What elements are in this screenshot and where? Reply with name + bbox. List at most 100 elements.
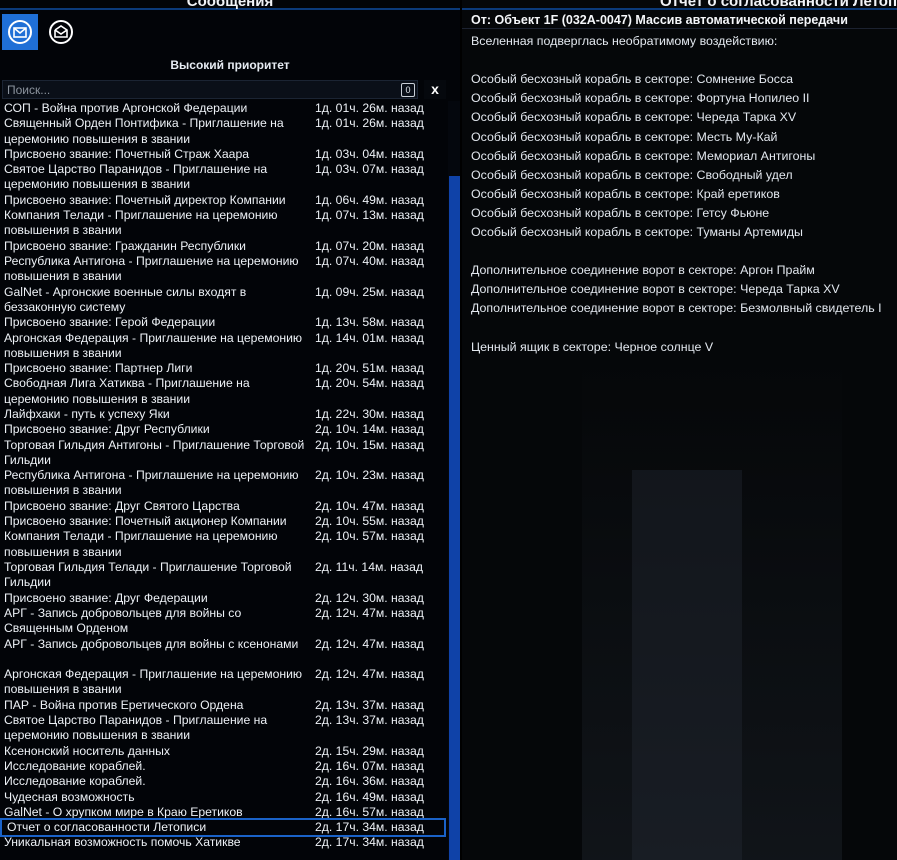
message-title: Отчет о согласованности Летописи xyxy=(7,820,207,835)
message-list-item[interactable]: Священный Орден Понтифика - Приглашение … xyxy=(0,116,446,147)
message-title: Присвоено звание: Почетный Страж Хаара xyxy=(4,146,249,161)
message-body-line: Особый бесхозный корабль в секторе: Своб… xyxy=(471,167,793,182)
message-list-item[interactable]: Чудесная возможность 2д. 16ч. 49м. назад xyxy=(0,790,446,805)
message-sender: От: Объект 1F (032A-0047) Массив автомат… xyxy=(471,13,848,27)
message-body-line: Особый бесхозный корабль в секторе: Чере… xyxy=(471,110,797,125)
message-time: 1д. 09ч. 25м. назад xyxy=(315,284,424,299)
search-box[interactable]: 0 xyxy=(2,80,418,99)
read-messages-tab[interactable] xyxy=(43,14,79,50)
message-time: 1д. 20ч. 54м. назад xyxy=(315,376,424,391)
message-list-item[interactable]: Присвоено звание: Почетный акционер Комп… xyxy=(0,514,446,529)
message-list-item[interactable]: Отчет о согласованности Летописи 2д. 17ч.… xyxy=(0,818,446,838)
message-time: 1д. 03ч. 04м. назад xyxy=(315,146,424,161)
message-list-item[interactable]: Компания Телади - Приглашение на церемон… xyxy=(0,208,446,239)
message-list-item[interactable]: Торговая Гильдия Телади - Приглашение То… xyxy=(0,560,446,591)
message-list-item[interactable]: Присвоено звание: Друг Республики 2д. 10ч… xyxy=(0,422,446,437)
message-list-item[interactable]: Аргонская Федерация - Приглашение на цер… xyxy=(0,331,446,362)
message-time: 2д. 12ч. 47м. назад xyxy=(315,636,424,651)
message-title: Компания Телади - Приглашение на церемон… xyxy=(4,529,278,559)
message-list-item[interactable]: Уникальная возможность помочь Хатикве 2д.… xyxy=(0,835,446,850)
message-list-item[interactable]: Присвоено звание: Герой Федерации 1д. 13ч… xyxy=(0,315,446,330)
message-list-item[interactable]: СОП - Война против Аргонской Федерации 1д… xyxy=(0,101,446,116)
message-title: Уникальная возможность помочь Хатикве xyxy=(4,835,241,850)
message-time: 2д. 17ч. 34м. назад xyxy=(315,835,424,850)
message-time: 2д. 15ч. 29м. назад xyxy=(315,743,424,758)
divider xyxy=(462,28,897,29)
inbox-tab[interactable] xyxy=(2,14,38,50)
message-time: 2д. 10ч. 57м. назад xyxy=(315,529,424,544)
message-list-item[interactable]: GalNet - О хрупком мире в Краю Еретиков 2… xyxy=(0,805,446,820)
message-time: 1д. 07ч. 40м. назад xyxy=(315,254,424,268)
message-list-item[interactable]: Республика Антигона - Приглашение на цер… xyxy=(0,254,446,285)
message-title: Исследование кораблей. xyxy=(4,774,146,789)
message-title: Присвоено звание: Гражданин Республики xyxy=(4,238,246,253)
message-body-line: Особый бесхозный корабль в секторе: Мест… xyxy=(471,129,778,144)
message-time: 2д. 16ч. 36м. назад xyxy=(315,774,424,789)
priority-label: Высокий приоритет xyxy=(170,58,290,72)
message-list-item[interactable]: Присвоено звание: Почетный директор Комп… xyxy=(0,193,446,208)
message-time: 2д. 17ч. 34м. назад xyxy=(315,820,424,835)
message-title: GalNet - О хрупком мире в Краю Еретиков xyxy=(4,804,243,819)
message-list-item[interactable]: Присвоено звание: Почетный Страж Хаара 1д… xyxy=(0,147,446,162)
inbox-mail-icon xyxy=(8,20,32,44)
message-list-item[interactable]: Святое Царство Паранидов - Приглашение н… xyxy=(0,713,446,744)
search-input[interactable] xyxy=(7,82,387,97)
clear-search-button[interactable]: x xyxy=(424,80,446,99)
message-time: 2д. 10ч. 14м. назад xyxy=(315,422,424,437)
message-list-item[interactable]: АРГ - Запись добровольцев для войны со С… xyxy=(0,606,446,637)
message-list-item[interactable]: Присвоено звание: Друг Федерации 2д. 12ч.… xyxy=(0,591,446,606)
message-title: Республика Антигона - Приглашение на цер… xyxy=(4,468,299,498)
message-time: 2д. 13ч. 37м. назад xyxy=(315,713,424,727)
message-list-item[interactable]: Исследование кораблей. 2д. 16ч. 07м. наза… xyxy=(0,759,446,774)
message-time: 2д. 16ч. 07м. назад xyxy=(315,758,424,773)
message-time: 1д. 07ч. 20м. назад xyxy=(315,238,424,253)
message-detail-panel: Отчет о согласованности Летописи От: Объ… xyxy=(462,0,897,860)
message-body-line: Особый бесхозный корабль в секторе: Форт… xyxy=(471,91,810,106)
message-list-item[interactable]: Свободная Лига Хатиква - Приглашение на … xyxy=(0,376,446,407)
message-time: 1д. 03ч. 07м. назад xyxy=(315,162,424,177)
message-list-item[interactable]: Республика Антигона - Приглашение на цер… xyxy=(0,468,446,499)
message-list-item[interactable]: Компания Телади - Приглашение на церемон… xyxy=(0,529,446,560)
message-time: 2д. 10ч. 47м. назад xyxy=(315,498,424,513)
message-title: Аргонская Федерация - Приглашение на цер… xyxy=(4,667,303,697)
message-list-item[interactable]: Лайфхаки - путь к успеху Яки 1д. 22ч. 30м… xyxy=(0,407,446,422)
message-list-item[interactable]: GalNet - Аргонские военные силы входят в… xyxy=(0,285,446,316)
message-time: 1д. 14ч. 01м. назад xyxy=(315,330,424,345)
message-list-item[interactable]: ПАР - Война против Еретического Ордена 2д… xyxy=(0,698,446,713)
message-title: Компания Телади - Приглашение на церемон… xyxy=(4,208,278,238)
message-list-item[interactable]: АРГ - Запись добровольцев для войны с кс… xyxy=(0,637,446,668)
message-title: Торговая Гильдия Антигоны - Приглашение … xyxy=(4,437,305,467)
message-time: 2д. 12ч. 47м. назад xyxy=(315,667,424,682)
message-list-item[interactable]: Присвоено звание: Гражданин Республики 1д… xyxy=(0,239,446,254)
message-time: 1д. 13ч. 58м. назад xyxy=(315,315,424,330)
message-title: Присвоено звание: Почетный директор Комп… xyxy=(4,192,286,207)
message-body-line: Особый бесхозный корабль в секторе: Тума… xyxy=(471,225,803,239)
message-list-item[interactable]: Ксенонский носитель данных 2д. 15ч. 29м. … xyxy=(0,744,446,759)
search-result-count: 0 xyxy=(401,83,415,97)
message-title: Священный Орден Понтифика - Приглашение … xyxy=(4,116,284,146)
message-list-item[interactable]: Исследование кораблей. 2д. 16ч. 36м. наза… xyxy=(0,774,446,789)
message-time: 2д. 16ч. 49м. назад xyxy=(315,789,424,804)
message-body-line: Дополнительное соединение ворот в сектор… xyxy=(471,263,815,278)
message-time: 1д. 06ч. 49м. назад xyxy=(315,192,424,207)
message-list-item[interactable]: Аргонская Федерация - Приглашение на цер… xyxy=(0,667,446,698)
message-title: Присвоено звание: Друг Святого Царства xyxy=(4,498,240,513)
message-detail-title: Отчет о согласованности Летописи xyxy=(660,0,897,10)
message-list-item[interactable]: Присвоено звание: Друг Святого Царства 2д… xyxy=(0,499,446,514)
open-envelope-icon xyxy=(49,20,73,44)
message-time: 2д. 13ч. 37м. назад xyxy=(315,697,424,712)
message-body-line: Особый бесхозный корабль в секторе: Сомн… xyxy=(471,72,794,87)
message-list-item[interactable]: Торговая Гильдия Антигоны - Приглашение … xyxy=(0,438,446,469)
message-time: 1д. 01ч. 26м. назад xyxy=(315,101,424,115)
message-body-line: Особый бесхозный корабль в секторе: Мемо… xyxy=(471,148,816,163)
message-time: 2д. 12ч. 30м. назад xyxy=(315,590,424,605)
message-list-item[interactable]: Святое Царство Паранидов - Приглашение н… xyxy=(0,162,446,193)
message-title: Присвоено звание: Партнер Лиги xyxy=(4,361,193,376)
scrollbar-thumb[interactable] xyxy=(449,176,460,860)
message-list-item[interactable]: Присвоено звание: Партнер Лиги 1д. 20ч. 5… xyxy=(0,361,446,376)
message-title: Чудесная возможность xyxy=(4,789,135,804)
background-shading xyxy=(632,470,742,860)
message-title: Аргонская Федерация - Приглашение на цер… xyxy=(4,330,303,360)
message-title: Свободная Лига Хатиква - Приглашение на … xyxy=(4,376,250,406)
message-body-line: Ценный ящик в секторе: Черное солнце V xyxy=(471,339,714,354)
